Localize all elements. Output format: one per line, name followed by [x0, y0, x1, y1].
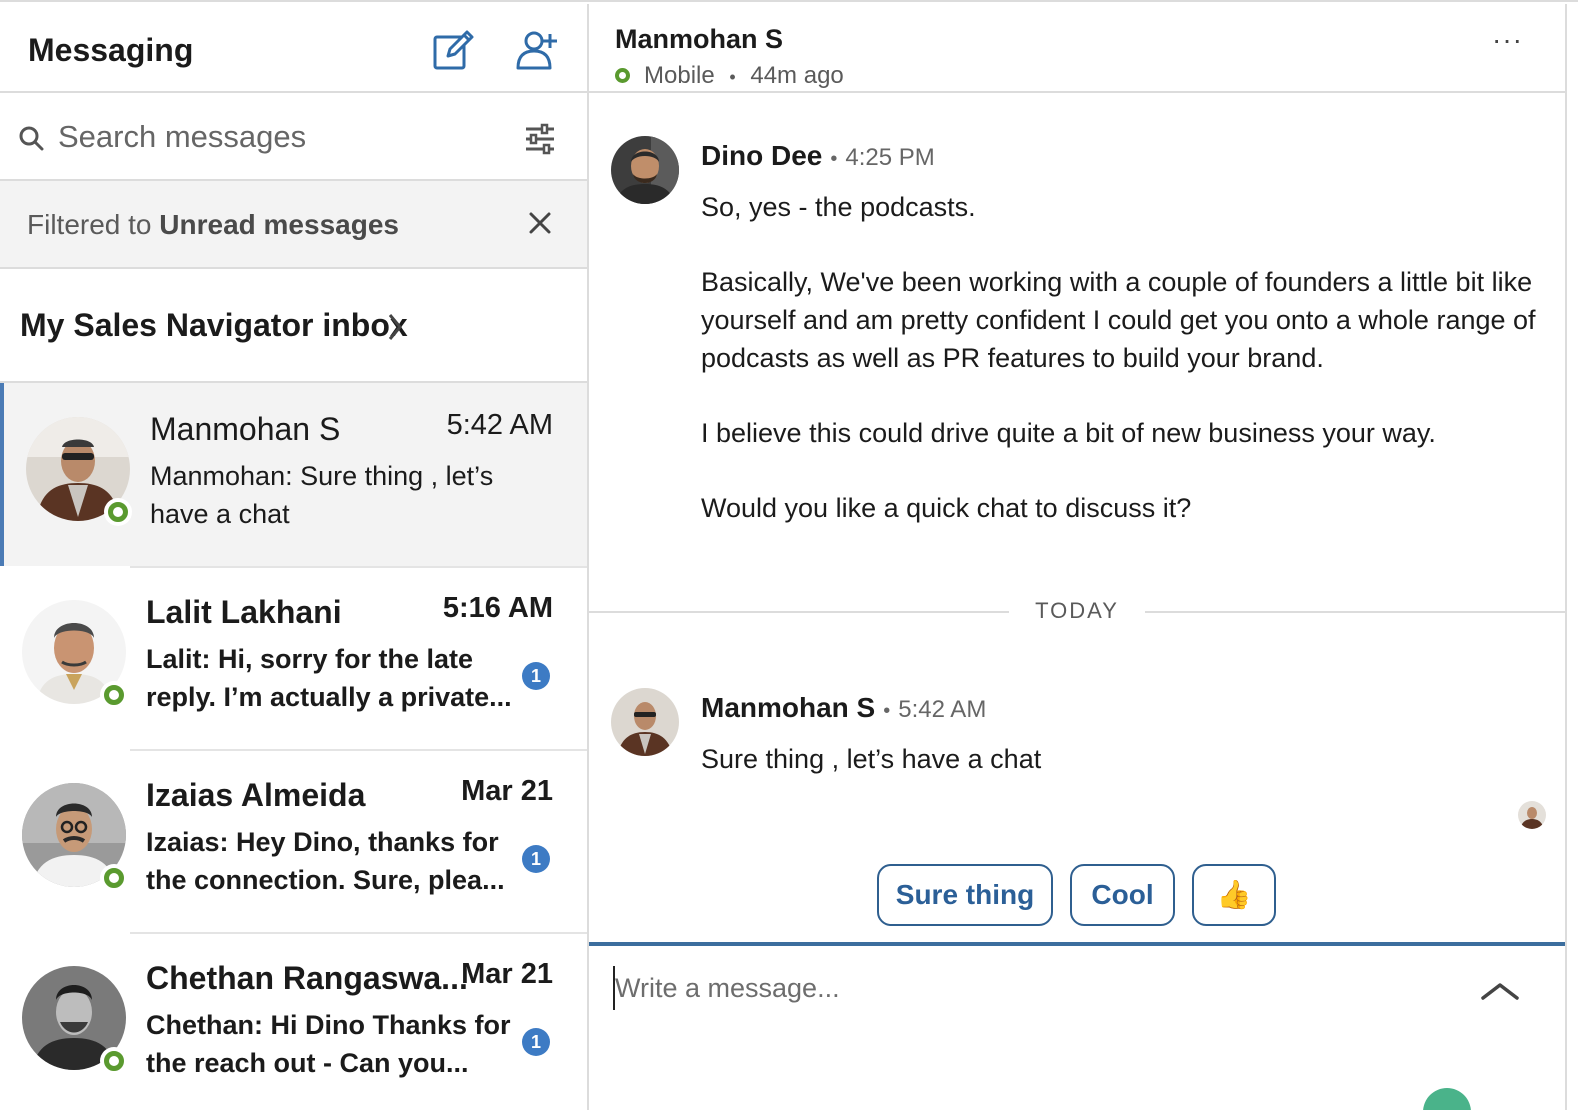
- conversation-name: Manmohan S: [150, 411, 341, 447]
- contact-name[interactable]: Manmohan S: [615, 24, 783, 55]
- message-body: So, yes - the podcasts. Basically, We've…: [701, 188, 1551, 564]
- avatar[interactable]: [611, 136, 679, 204]
- message-paragraph: Would you like a quick chat to discuss i…: [701, 493, 1192, 523]
- quick-reply-cool[interactable]: Cool: [1070, 864, 1175, 926]
- unread-count-badge: 1: [522, 1028, 550, 1056]
- message-paragraph: Sure thing , let’s have a chat: [701, 744, 1042, 774]
- more-icon[interactable]: ···: [1492, 24, 1526, 60]
- separator-dot: •: [830, 148, 838, 170]
- filter-label: Filtered to Unread messages: [27, 209, 399, 240]
- message-paragraph: So, yes - the podcasts.: [701, 192, 976, 222]
- conversation-time: Mar 21: [461, 958, 553, 990]
- messaging-title: Messaging: [28, 32, 194, 68]
- online-indicator: [100, 681, 128, 709]
- conversation-thread-pane: Manmohan S Mobile • 44m ago ··· Dino Dee…: [589, 4, 1578, 1110]
- divider: [130, 566, 587, 568]
- add-people-icon[interactable]: [514, 28, 560, 74]
- message-sender: Manmohan S • 5:42 AM: [701, 692, 986, 724]
- message-sender: Dino Dee • 4:25 PM: [701, 140, 935, 172]
- message-body: Sure thing , let’s have a chat: [701, 740, 1551, 815]
- online-indicator: [100, 864, 128, 892]
- conversation-name: Lalit Lakhani: [146, 594, 342, 630]
- status-last-seen: 44m ago: [750, 62, 844, 89]
- conversation-list-pane: Messaging Search messages Filtered to Un…: [0, 4, 589, 1110]
- conversation-name: Chethan Rangaswa...: [146, 960, 468, 996]
- online-indicator: [615, 68, 630, 83]
- sender-name[interactable]: Dino Dee: [701, 140, 822, 171]
- messaging-header: Messaging: [0, 4, 587, 93]
- date-divider: TODAY: [589, 598, 1565, 628]
- separator-dot: •: [883, 700, 891, 722]
- conversation-preview: Chethan: Hi Dino Thanks for the reach ou…: [146, 1010, 511, 1078]
- search-bar: [0, 93, 587, 181]
- online-indicator: [100, 1047, 128, 1075]
- message-composer-input[interactable]: [613, 966, 1413, 1010]
- conversation-time: 5:42 AM: [446, 409, 553, 441]
- avatar[interactable]: [611, 688, 679, 756]
- conversation-name: Izaias Almeida: [146, 777, 366, 813]
- conversation-time: 5:16 AM: [442, 592, 553, 624]
- chevron-right-icon: [388, 314, 402, 340]
- unread-count-badge: 1: [522, 845, 550, 873]
- thread-header: Manmohan S Mobile • 44m ago ···: [589, 4, 1565, 93]
- conversation-time: Mar 21: [461, 775, 553, 807]
- assistant-fab[interactable]: [1423, 1088, 1471, 1110]
- quick-reply-thumbs-up[interactable]: 👍: [1192, 864, 1276, 926]
- close-icon[interactable]: [522, 205, 558, 241]
- composer-focus-line: [589, 942, 1565, 946]
- conversation-item[interactable]: Manmohan S 5:42 AM Manmohan: Sure thing …: [0, 383, 587, 566]
- divider: [130, 932, 587, 934]
- sender-name[interactable]: Manmohan S: [701, 692, 875, 723]
- conversation-preview: Lalit: Hi, sorry for the late reply. I’m…: [146, 644, 512, 712]
- date-divider-label: TODAY: [1035, 598, 1119, 623]
- filter-value: Unread messages: [159, 209, 399, 240]
- search-icon: [19, 126, 44, 151]
- contact-status: Mobile • 44m ago: [615, 62, 844, 90]
- messaging-app: Messaging Search messages Filtered to Un…: [0, 0, 1578, 1110]
- online-indicator: [104, 498, 132, 526]
- divider-line: [589, 611, 1009, 613]
- compose-icon[interactable]: [430, 28, 476, 74]
- conversation-item[interactable]: Lalit Lakhani 5:16 AM Lalit: Hi, sorry f…: [0, 566, 587, 749]
- conversation-item[interactable]: Chethan Rangaswa... Mar 21 Chethan: Hi D…: [0, 932, 587, 1110]
- message-time: 5:42 AM: [898, 696, 987, 723]
- filter-sliders-icon[interactable]: [522, 121, 558, 157]
- status-device: Mobile: [644, 62, 715, 89]
- message-time: 4:25 PM: [845, 144, 935, 171]
- conversation-preview: Manmohan: Sure thing , let’s have a chat: [150, 461, 494, 529]
- divider: [130, 749, 587, 751]
- sales-navigator-inbox-link[interactable]: My Sales Navigator inbox: [0, 269, 587, 383]
- message-paragraph: Basically, We've been working with a cou…: [701, 267, 1536, 373]
- inbox-title: My Sales Navigator inbox: [20, 307, 408, 343]
- conversation-preview: Izaias: Hey Dino, thanks for the connect…: [146, 827, 505, 895]
- conversation-item[interactable]: Izaias Almeida Mar 21 Izaias: Hey Dino, …: [0, 749, 587, 932]
- unread-count-badge: 1: [522, 662, 550, 690]
- divider-line: [1145, 611, 1565, 613]
- pane-border: [1565, 4, 1567, 1110]
- status-separator: •: [729, 67, 736, 87]
- quick-reply-sure-thing[interactable]: Sure thing: [877, 864, 1053, 926]
- message-paragraph: I believe this could drive quite a bit o…: [701, 418, 1436, 448]
- active-filter-bar: Filtered to Unread messages: [0, 181, 587, 269]
- search-input[interactable]: [58, 115, 498, 159]
- chevron-up-icon[interactable]: [1477, 976, 1523, 1006]
- read-receipt-avatar: [1518, 801, 1546, 829]
